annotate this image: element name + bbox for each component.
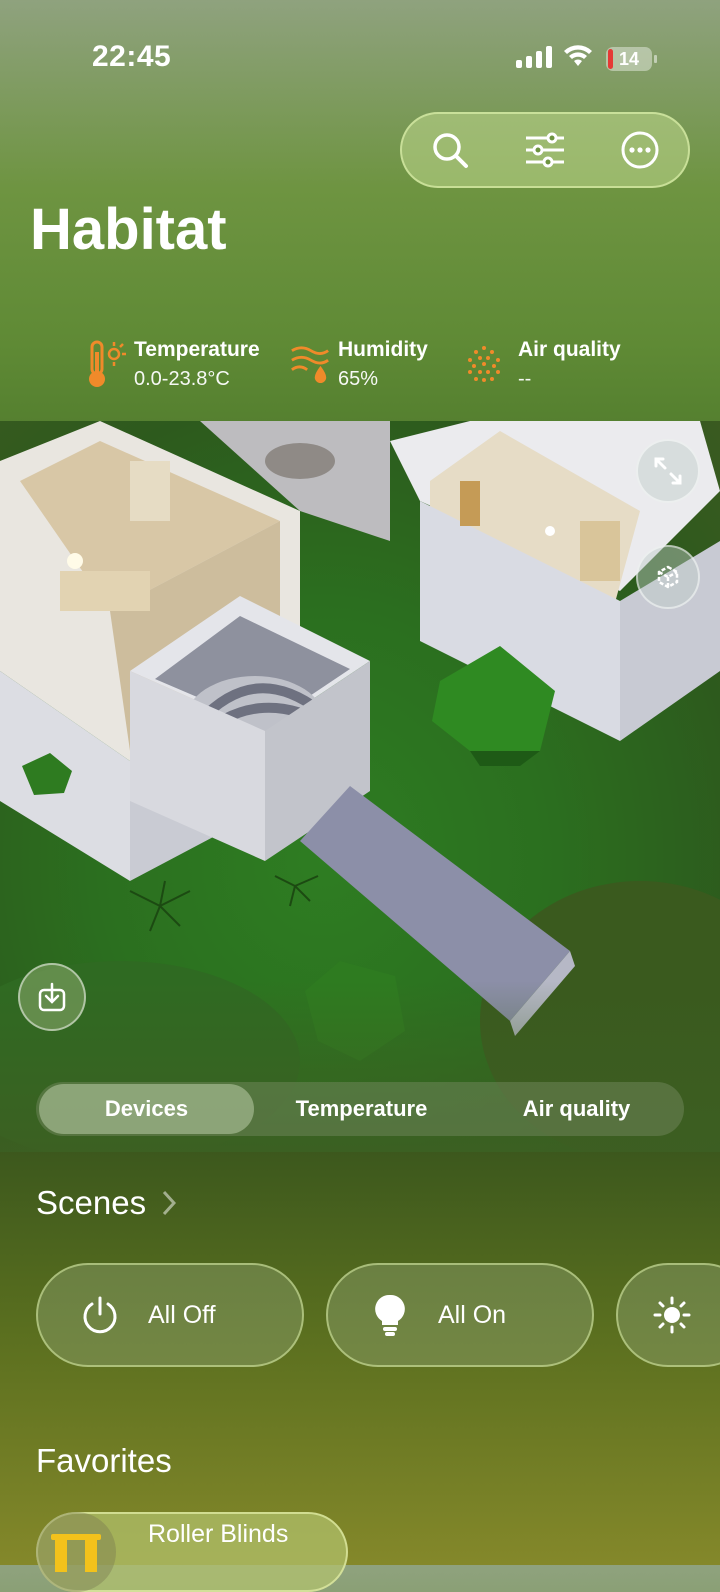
- air-quality-value: --: [518, 368, 532, 390]
- signal-icon: [516, 46, 552, 68]
- top-toolbar: [400, 112, 690, 188]
- expand-view-button[interactable]: [636, 439, 700, 503]
- download-button[interactable]: [18, 963, 86, 1031]
- temperature-stat[interactable]: Temperature 0.0-23.8°C: [86, 336, 260, 396]
- view-mode-tabs: Devices Temperature Air quality: [36, 1082, 684, 1136]
- ar-view-button[interactable]: [636, 545, 700, 609]
- status-time: 22:45: [92, 40, 172, 73]
- battery-indicator: 14: [606, 47, 657, 71]
- power-icon: [72, 1287, 128, 1343]
- air-quality-stat[interactable]: Air quality --: [464, 336, 621, 396]
- temperature-label: Temperature: [134, 338, 260, 361]
- tab-air-quality[interactable]: Air quality: [469, 1084, 684, 1134]
- filter-button[interactable]: [515, 120, 575, 180]
- sun-icon: [644, 1287, 700, 1343]
- humidity-value: 65%: [338, 368, 379, 390]
- more-icon: [621, 131, 659, 169]
- search-button[interactable]: [420, 120, 480, 180]
- floor-plan-3d-view[interactable]: [0, 421, 720, 1152]
- scene-all-off-label: All Off: [148, 1300, 216, 1329]
- scene-all-on-label: All On: [438, 1300, 507, 1329]
- house-model-illustration: [0, 421, 720, 1152]
- scene-all-off-button[interactable]: All Off: [36, 1263, 304, 1367]
- bulb-icon: [362, 1287, 418, 1343]
- chevron-right-icon: [162, 1186, 177, 1224]
- download-icon: [38, 982, 66, 1012]
- search-icon: [432, 133, 468, 168]
- favorite-label: Roller Blinds: [148, 1519, 289, 1548]
- tab-devices[interactable]: Devices: [39, 1084, 254, 1134]
- blinds-icon: [36, 1512, 116, 1592]
- humidity-label: Humidity: [338, 338, 428, 361]
- status-bar: 22:45 14: [0, 0, 720, 110]
- more-button[interactable]: [610, 120, 670, 180]
- humidity-icon: [290, 336, 330, 392]
- sliders-icon: [525, 132, 564, 168]
- cube-scan-icon: [657, 565, 679, 589]
- scenes-title: Scenes: [36, 1184, 147, 1221]
- air-quality-label: Air quality: [518, 338, 621, 361]
- wifi-icon: [562, 44, 594, 73]
- page-title: Habitat: [30, 197, 227, 262]
- scenes-header[interactable]: Scenes: [36, 1184, 177, 1224]
- air-quality-icon: [464, 336, 504, 392]
- favorites-title: Favorites: [36, 1442, 172, 1479]
- thermometer-icon: [86, 336, 126, 392]
- humidity-stat[interactable]: Humidity 65%: [290, 336, 428, 396]
- temperature-value: 0.0-23.8°C: [134, 368, 230, 390]
- tab-temperature[interactable]: Temperature: [254, 1084, 469, 1134]
- expand-icon: [654, 457, 682, 485]
- scene-brightness-button[interactable]: [616, 1263, 720, 1367]
- scene-all-on-button[interactable]: All On: [326, 1263, 594, 1367]
- favorite-roller-blinds[interactable]: Roller Blinds: [36, 1512, 348, 1592]
